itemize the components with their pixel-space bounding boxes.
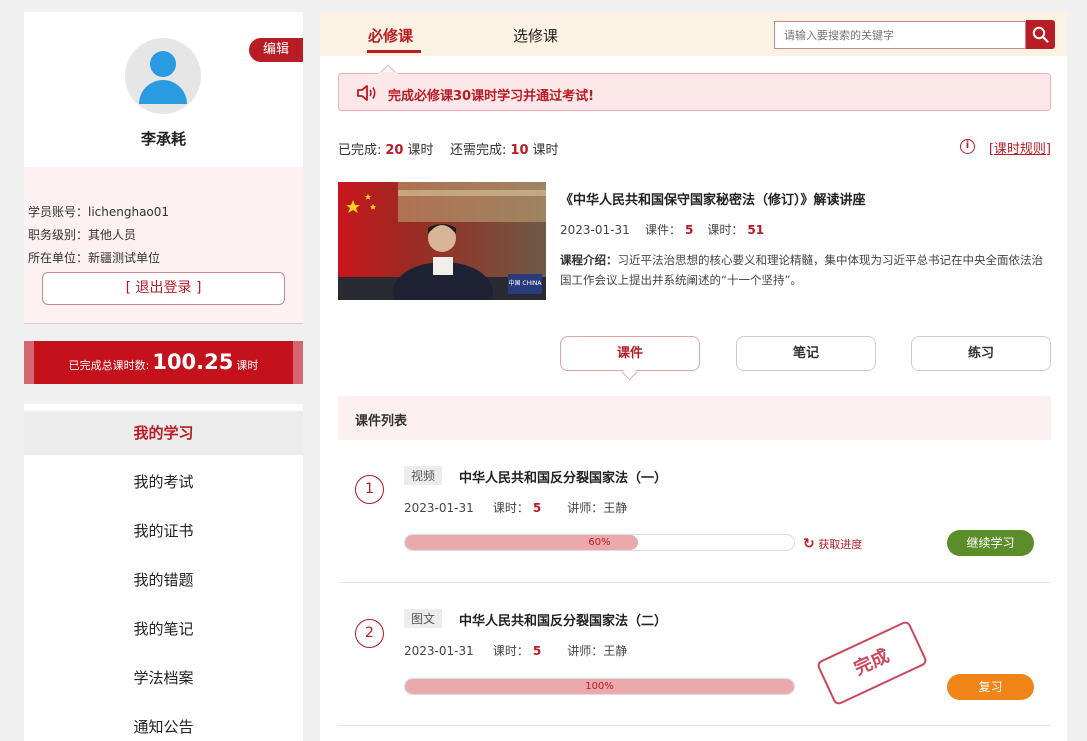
tab-practice[interactable]: 练习 xyxy=(911,336,1051,371)
rules-link[interactable]: [课时规则] xyxy=(989,138,1051,157)
remaining-unit: 课时 xyxy=(532,143,559,158)
cover-caption: 中国 CHINA xyxy=(509,279,543,287)
level-line: 职务级别：其他人员 xyxy=(28,228,137,242)
nav-item-my-exams[interactable]: 我的考试 xyxy=(24,460,303,504)
speaker-icon xyxy=(357,85,376,101)
edit-profile-button[interactable]: 编辑 xyxy=(249,38,303,62)
active-tab-underline xyxy=(367,50,421,53)
sidebar-nav: 我的学习 我的考试 我的证书 我的错题 我的笔记 学法档案 通知公告 xyxy=(24,404,303,741)
nav-item-law-archive[interactable]: 学法档案 xyxy=(24,656,303,700)
main-panel: 必修课 选修课 完成必修课30课时学习并通过考试! 已完成:20课时 还需完成:… xyxy=(320,12,1067,741)
notice-banner: 完成必修课30课时学习并通过考试! xyxy=(338,73,1051,111)
search-icon xyxy=(1032,26,1049,43)
row-title[interactable]: 中华人民共和国反分裂国家法（二） xyxy=(459,610,667,629)
notice-caret-fill xyxy=(378,72,398,78)
course-hours-label: 课时： xyxy=(707,223,744,237)
avatar-body-icon xyxy=(139,80,187,104)
refresh-icon: ↻ xyxy=(803,536,815,552)
fetch-progress-label: 获取进度 xyxy=(818,538,863,551)
search-input[interactable] xyxy=(775,22,1015,48)
row-date: 2023-01-31 xyxy=(404,644,474,658)
progress-summary: 已完成: 20 课时 还需完成: 10 课时 xyxy=(338,139,559,158)
user-name: 李承耗 xyxy=(140,130,186,148)
nav-item-my-study[interactable]: 我的学习 xyxy=(24,411,303,455)
tab-notes[interactable]: 笔记 xyxy=(736,336,876,371)
row-meta: 2023-01-31 课时： 5 讲师：王静 xyxy=(404,642,627,659)
progress-bar: 60% xyxy=(404,534,795,551)
course-hours-value: 51 xyxy=(747,223,765,237)
logout-button[interactable]: [ 退出登录 ] xyxy=(42,272,285,305)
course-meta: 2023-01-31 课件： 5 课时： 51 xyxy=(560,221,778,238)
lessons-value: 5 xyxy=(685,223,694,237)
remaining-value: 10 xyxy=(510,143,529,158)
continue-study-button[interactable]: 继续学习 xyxy=(947,530,1034,556)
row-hours-value: 5 xyxy=(532,501,542,515)
nav-item-my-mistakes[interactable]: 我的错题 xyxy=(24,558,303,602)
total-hours-value: 100.25 xyxy=(152,350,234,374)
avatar xyxy=(125,38,201,114)
remaining-label: 还需完成: xyxy=(450,143,507,158)
list-header-title: 课件列表 xyxy=(355,414,408,429)
row-type-badge: 视频 xyxy=(404,466,443,485)
profile-info: 学员账号：lichenghao01 职务级别：其他人员 所在单位：新疆测试单位 … xyxy=(24,167,303,324)
review-button[interactable]: 复习 xyxy=(947,674,1034,700)
course-intro: 课程介绍：习近平法治思想的核心要义和理论精髓，集中体现为习近平总书记在中央全面依… xyxy=(560,250,1052,290)
banner-right-tab xyxy=(293,341,303,384)
profile-card: 编辑 李承耗 学员账号：lichenghao01 职务级别：其他人员 所在单位：… xyxy=(24,12,303,324)
lessons-label: 课件： xyxy=(645,223,682,237)
tab-elective[interactable]: 选修课 xyxy=(513,25,558,46)
nav-item-my-certificates[interactable]: 我的证书 xyxy=(24,509,303,553)
list-item: 2 图文 中华人民共和国反分裂国家法（二） 2023-01-31 课时： 5 讲师：… xyxy=(338,583,1051,726)
row-index: 2 xyxy=(355,619,384,648)
row-date: 2023-01-31 xyxy=(404,501,474,515)
completed-value: 20 xyxy=(385,143,404,158)
progress-bar: 100% xyxy=(404,678,795,695)
total-hours-prefix: 已完成总课时数: xyxy=(68,359,150,372)
intro-label: 课程介绍： xyxy=(560,253,618,267)
progress-label: 60% xyxy=(588,537,611,548)
total-hours-banner: 已完成总课时数: 100.25 课时 xyxy=(24,341,303,384)
row-type-badge: 图文 xyxy=(404,609,443,628)
nav-item-my-notes[interactable]: 我的笔记 xyxy=(24,607,303,651)
course-tabbar: 必修课 选修课 xyxy=(320,12,1067,56)
course-title[interactable]: 《中华人民共和国保守国家秘密法（修订）》解读讲座 xyxy=(560,189,866,208)
notice-text: 完成必修课30课时学习并通过考试! xyxy=(388,89,595,104)
completed-label: 已完成: xyxy=(338,143,382,158)
row-hours-label: 课时： xyxy=(492,501,529,515)
search-button[interactable] xyxy=(1026,20,1055,49)
fetch-progress-link[interactable]: ↻ 获取进度 xyxy=(803,536,862,552)
progress-label: 100% xyxy=(585,681,614,692)
avatar-head-icon xyxy=(150,51,176,77)
row-teacher: 讲师：王静 xyxy=(567,501,628,515)
account-line: 学员账号：lichenghao01 xyxy=(28,205,170,219)
row-hours-value: 5 xyxy=(532,644,542,658)
row-index: 1 xyxy=(355,475,384,504)
info-icon: i xyxy=(960,139,975,154)
row-teacher: 讲师：王静 xyxy=(567,644,628,658)
tab-required[interactable]: 必修课 xyxy=(368,25,413,46)
intro-text: 习近平法治思想的核心要义和理论精髓，集中体现为习近平总书记在中央全面依法治国工作… xyxy=(560,253,1043,287)
row-meta: 2023-01-31 课时： 5 讲师：王静 xyxy=(404,499,627,516)
row-title[interactable]: 中华人民共和国反分裂国家法（一） xyxy=(459,467,667,486)
banner-left-tab xyxy=(24,341,34,384)
course-cover-illustration: 中国 CHINA xyxy=(338,182,546,300)
course-cover-image[interactable]: 中国 CHINA xyxy=(338,182,546,300)
completed-stamp: 完成 xyxy=(815,619,929,707)
row-hours-label: 课时： xyxy=(492,644,529,658)
list-item: 1 视频 中华人民共和国反分裂国家法（一） 2023-01-31 课时： 5 讲师：… xyxy=(338,440,1051,583)
completed-unit: 课时 xyxy=(407,143,434,158)
search-box xyxy=(774,21,1026,49)
courseware-list-header: 课件列表 xyxy=(338,396,1051,440)
unit-line: 所在单位：新疆测试单位 xyxy=(28,251,161,265)
course-date: 2023-01-31 xyxy=(560,223,630,237)
nav-item-announcements[interactable]: 通知公告 xyxy=(24,705,303,741)
total-hours-suffix: 课时 xyxy=(236,359,259,372)
